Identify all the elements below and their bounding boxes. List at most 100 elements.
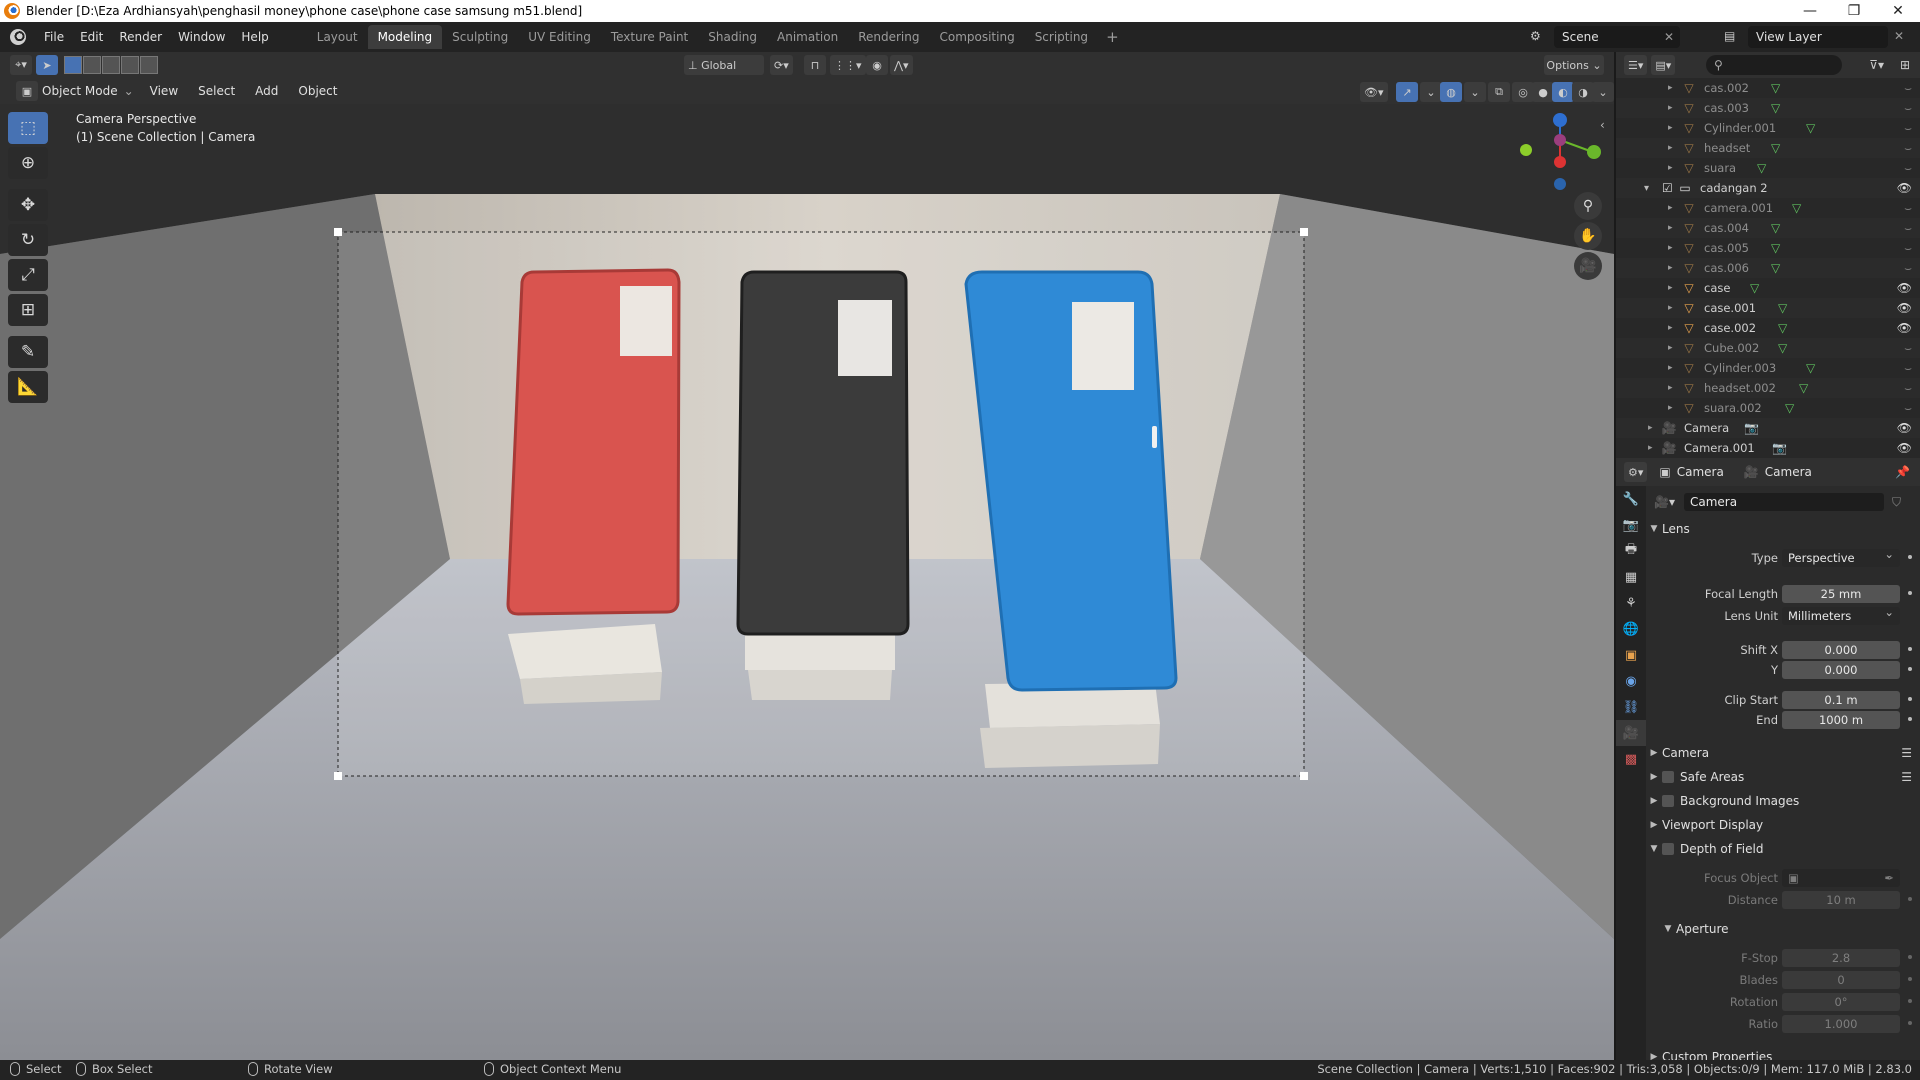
safe-areas-checkbox[interactable] [1662,771,1674,783]
new-collection-icon[interactable]: ⊞ [1900,58,1910,72]
keyframe-dot[interactable] [1908,667,1912,671]
keyframe-dot[interactable] [1908,897,1912,901]
gizmo-y-icon[interactable] [1587,145,1601,159]
camera-datablock-icon[interactable]: 🎥▾ [1654,495,1675,509]
outliner-row[interactable]: ▾ ☑ ▭ cadangan 2 👁 [1616,178,1920,198]
eye-icon[interactable]: 👁 [1897,321,1912,335]
mesh-data-icon[interactable]: ▽ [1778,341,1787,355]
eye-closed-icon[interactable]: ⌣ [1904,141,1912,156]
gizmo-dropdown-icon[interactable]: ⌄ [1420,82,1442,102]
outliner-row[interactable]: ▸ ▽ case.001 ▽ 👁 [1616,298,1920,318]
expand-arrow-icon[interactable]: ▸ [1668,283,1673,293]
pin-icon[interactable]: 📌 [1895,465,1910,479]
outliner-row-label[interactable]: cas.003 [1704,101,1749,115]
object-tab-icon[interactable]: ▣ [1616,642,1646,668]
clip-start-field[interactable]: 0.1 m [1782,691,1900,709]
measure-tool-icon[interactable]: 📐 [8,371,48,403]
gizmo-neg-y-icon[interactable] [1520,144,1532,156]
outliner-row-label[interactable]: cadangan 2 [1700,181,1768,195]
move-tool-icon[interactable]: ✥ [8,189,48,221]
texture-tab-icon[interactable]: ▩ [1616,746,1646,772]
eye-icon[interactable]: 👁 [1897,441,1912,455]
outliner-row[interactable]: ▸ ▽ Cube.002 ▽ ⌣ [1616,338,1920,358]
select-invert-icon[interactable] [121,56,139,74]
scale-tool-icon[interactable]: ⤢ [8,259,48,291]
fake-user-icon[interactable]: ⛉ [1892,495,1901,510]
expand-arrow-icon[interactable]: ▸ [1668,403,1673,413]
eye-closed-icon[interactable]: ⌣ [1904,161,1912,176]
eye-closed-icon[interactable]: ⌣ [1904,81,1912,96]
eye-closed-icon[interactable]: ⌣ [1904,241,1912,256]
outliner-row[interactable]: ▸ 🎥 Camera.001 📷 👁 [1616,438,1920,458]
keyframe-dot[interactable] [1908,977,1912,981]
select-intersect-icon[interactable] [140,56,158,74]
safe-areas-panel-header[interactable]: ▶ Safe Areas ☰ [1646,766,1920,788]
filter-icon[interactable]: ⊽▾ [1869,58,1884,72]
outliner-row-label[interactable]: case.001 [1704,301,1756,315]
eye-icon[interactable]: 👁 [1897,181,1912,195]
object-mode-dropdown[interactable]: ▣ Object Mode ⌄ [10,81,134,101]
outliner-row[interactable]: ▸ 🎥 Camera 📷 👁 [1616,418,1920,438]
keyframe-dot[interactable] [1908,999,1912,1003]
menu-help[interactable]: Help [233,30,276,44]
material-shading-icon[interactable]: ◐ [1552,82,1574,102]
mesh-data-icon[interactable]: ▽ [1778,301,1787,315]
eye-closed-icon[interactable]: ⌣ [1904,261,1912,276]
expand-arrow-icon[interactable]: ▸ [1668,303,1673,313]
outliner-row[interactable]: ▸ ▽ suara ▽ ⌣ [1616,158,1920,178]
wireframe-shading-icon[interactable]: ◎ [1512,82,1534,102]
mesh-data-icon[interactable]: ▽ [1757,161,1766,175]
view-layer-selector[interactable]: View Layer [1748,26,1888,48]
display-mode-icon[interactable]: ▤▾ [1651,55,1676,75]
focus-object-field[interactable]: ▣ ✒ [1782,869,1900,887]
transform-orientation-dropdown[interactable]: ⊥ Global [684,55,764,75]
tab-layout[interactable]: Layout [307,25,368,49]
select-box-tool-icon[interactable]: ⬚ [8,112,48,144]
outliner-row-label[interactable]: suara.002 [1704,401,1762,415]
3d-viewport[interactable]: Camera Perspective (1) Scene Collection … [0,104,1614,1060]
eye-icon[interactable]: 👁 [1897,421,1912,435]
clip-end-field[interactable]: 1000 m [1782,711,1900,729]
mesh-data-icon[interactable]: ▽ [1806,361,1815,375]
view-layer-close-icon[interactable]: ✕ [1894,29,1904,43]
outliner-row[interactable]: ▸ ▽ cas.004 ▽ ⌣ [1616,218,1920,238]
expand-arrow-icon[interactable]: ▸ [1668,83,1673,93]
outliner-row[interactable]: ▸ ▽ cas.006 ▽ ⌣ [1616,258,1920,278]
eye-closed-icon[interactable]: ⌣ [1904,221,1912,236]
snap-icon[interactable]: ⊓ [804,55,826,75]
outliner-row-label[interactable]: cas.004 [1704,221,1749,235]
distance-field[interactable]: 10 m [1782,891,1900,909]
expand-arrow-icon[interactable]: ▸ [1668,123,1673,133]
editor-type-icon[interactable]: ⌖▾ [10,55,32,75]
add-workspace-icon[interactable]: + [1098,28,1127,46]
aperture-subpanel-header[interactable]: ▼ Aperture [1660,918,1920,940]
mesh-data-icon[interactable]: ▽ [1771,261,1780,275]
outliner-row[interactable]: ▸ ▽ headset.002 ▽ ⌣ [1616,378,1920,398]
gizmo-toggle-icon[interactable]: ↗ [1396,82,1418,102]
camera-data-tab-icon[interactable]: 🎥 [1616,720,1646,746]
viewport-menu-view[interactable]: View [140,84,188,98]
tab-compositing[interactable]: Compositing [929,25,1024,49]
mesh-data-icon[interactable]: ▽ [1771,141,1780,155]
blender-menu-icon[interactable] [10,29,26,45]
outliner-search-input[interactable]: ⚲ [1706,55,1842,75]
scene-type-icon[interactable]: ⚙ [1530,29,1541,43]
outliner-row[interactable]: ▸ ▽ case ▽ 👁 [1616,278,1920,298]
shift-x-field[interactable]: 0.000 [1782,641,1900,659]
expand-arrow-icon[interactable]: ▸ [1668,323,1673,333]
viewport-menu-add[interactable]: Add [245,84,288,98]
menu-file[interactable]: File [36,30,72,44]
eyedropper-icon[interactable]: ✒ [1884,871,1894,885]
outliner-row[interactable]: ▸ ▽ case.002 ▽ 👁 [1616,318,1920,338]
zoom-view-icon[interactable]: ⚲ [1574,192,1602,220]
annotate-tool-icon[interactable]: ✎ [8,336,48,368]
outliner-row[interactable]: ▸ ▽ Cylinder.001 ▽ ⌣ [1616,118,1920,138]
tab-scripting[interactable]: Scripting [1025,25,1098,49]
physics-tab-icon[interactable]: ◉ [1616,668,1646,694]
mesh-data-icon[interactable]: ▽ [1792,201,1801,215]
solid-shading-icon[interactable]: ● [1532,82,1554,102]
viewport-menu-select[interactable]: Select [188,84,245,98]
tab-texture-paint[interactable]: Texture Paint [601,25,698,49]
presets-list-icon[interactable]: ☰ [1901,770,1912,784]
keyframe-dot[interactable] [1908,647,1912,651]
